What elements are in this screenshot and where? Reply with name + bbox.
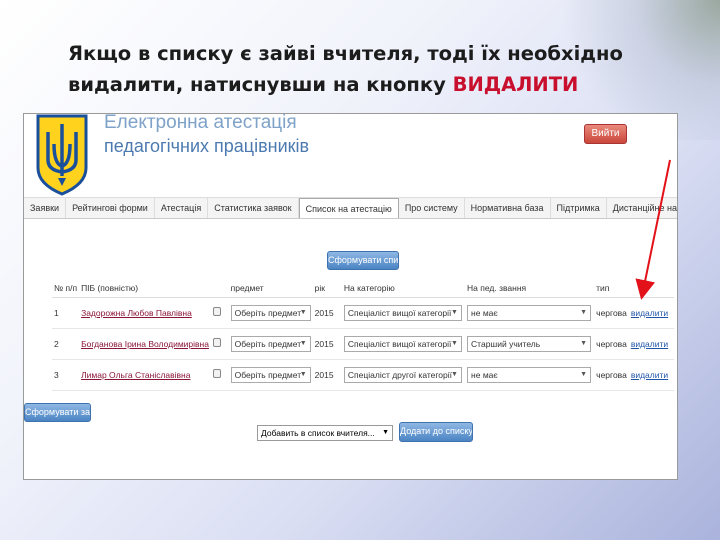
category-select[interactable]: Спеціаліст вищої категорії ▼ [343,335,462,352]
category-select[interactable]: Спеціаліст другої категорії ▼ [343,366,462,383]
add-to-list-button[interactable]: Додати до списку [399,422,473,442]
nav-item-list[interactable]: Список на атестацію [298,198,399,218]
title-select[interactable]: не має ▼ [467,366,592,383]
slide-title-highlight: ВИДАЛИТИ [452,73,579,96]
table-row: 3 Лимар Ольга Станіславівна Оберіть пред… [52,359,674,391]
row-type: чергова [594,359,629,391]
chevron-down-icon: ▼ [299,339,307,347]
site-header: Електронна атестація педагогічних праців… [24,114,677,197]
main-nav: Заявки Рейтингові форми Атестація Статис… [24,197,677,219]
row-year: 2015 [312,297,342,329]
row-year: 2015 [312,328,342,360]
nav-item-normative[interactable]: Нормативна база [465,198,551,218]
title-select-value: не має [471,307,498,318]
chevron-down-icon: ▼ [580,308,588,316]
teacher-table: № п/п ПІБ (повністю) предмет рік На кате… [52,279,674,391]
nav-item-zaiavky[interactable]: Заявки [24,198,67,218]
subject-select[interactable]: Оберіть предмет ▼ [230,366,311,383]
table-row: 1 Задорожна Любов Павлівна Оберіть предм… [52,297,674,329]
chevron-down-icon: ▼ [450,308,458,316]
chevron-down-icon: ▼ [580,339,588,347]
chevron-down-icon: ▼ [450,370,458,378]
nav-item-ratings[interactable]: Рейтингові форми [66,198,155,218]
nav-item-about[interactable]: Про систему [399,198,465,218]
row-num: 2 [52,328,80,360]
row-num: 3 [52,359,80,391]
form-application-button[interactable]: Сформувати заявку [24,403,91,422]
add-teacher-select[interactable]: Добавить в список вчителя... ▼ [257,425,393,441]
teacher-name-link[interactable]: Лимар Ольга Станіславівна [81,370,190,380]
col-header-subject: предмет [228,279,313,298]
row-type: чергова [594,328,629,360]
title-select-value: не має [471,369,498,380]
logout-button[interactable]: Вийти [584,124,627,144]
chevron-down-icon: ▼ [299,308,307,316]
add-teacher-select-value: Добавить в список вчителя... [261,428,375,438]
col-header-category: На категорію [341,279,466,298]
slide-title: Якщо в списку є зайві вчителя, тоді їх н… [68,38,688,100]
nav-item-distance[interactable]: Дистанційне навчання [607,198,677,218]
chevron-down-icon: ▼ [382,429,389,436]
subject-select[interactable]: Оберіть предмет ▼ [230,335,311,352]
category-select-value: Спеціаліст вищої категорії [347,307,452,318]
title-select[interactable]: не має ▼ [467,304,592,321]
nav-item-atestatsiia[interactable]: Атестація [155,198,209,218]
subject-select-value: Оберіть предмет [234,369,302,380]
row-num: 1 [52,297,80,329]
col-header-name: ПІБ (повністю) [79,279,211,298]
delete-link[interactable]: видалити [631,339,668,349]
category-select-value: Спеціаліст другої категорії [347,369,453,380]
trident-logo-icon [36,114,88,196]
row-checkbox[interactable] [212,369,221,378]
row-checkbox[interactable] [212,307,221,316]
subject-select-value: Оберіть предмет [234,307,302,318]
category-select-value: Спеціаліст вищої категорії [347,338,452,349]
delete-link[interactable]: видалити [631,370,668,380]
title-select[interactable]: Старший учитель ▼ [467,335,592,352]
col-header-year: рік [312,279,342,298]
table-header-row: № п/п ПІБ (повністю) предмет рік На кате… [52,279,674,298]
col-header-check [210,279,229,298]
screenshot-window: Електронна атестація педагогічних праців… [23,113,678,480]
form-list-button[interactable]: Сформувати список [327,251,399,270]
category-select[interactable]: Спеціаліст вищої категорії ▼ [343,304,462,321]
chevron-down-icon: ▼ [580,370,588,378]
col-header-type: тип [594,279,629,298]
teacher-name-link[interactable]: Задорожна Любов Павлівна [81,308,192,318]
table-row: 2 Богданова Ірина Володимирівна Оберіть … [52,328,674,360]
row-type: чергова [594,297,629,329]
site-title-line2: педагогічних працівників [104,136,310,156]
col-header-action [628,279,674,298]
site-title-line1: Електронна атестація [104,114,297,132]
col-header-num: № п/п [52,279,80,298]
chevron-down-icon: ▼ [299,370,307,378]
teacher-name-link[interactable]: Богданова Ірина Володимирівна [81,339,209,349]
delete-link[interactable]: видалити [631,308,668,318]
row-checkbox[interactable] [212,338,221,347]
subject-select-value: Оберіть предмет [234,338,302,349]
chevron-down-icon: ▼ [450,339,458,347]
title-select-value: Старший учитель [471,338,541,349]
row-year: 2015 [312,359,342,391]
col-header-title: На пед. звання [465,279,595,298]
nav-item-support[interactable]: Підтримка [551,198,607,218]
subject-select[interactable]: Оберіть предмет ▼ [230,304,311,321]
nav-item-stats[interactable]: Статистика заявок [208,198,299,218]
